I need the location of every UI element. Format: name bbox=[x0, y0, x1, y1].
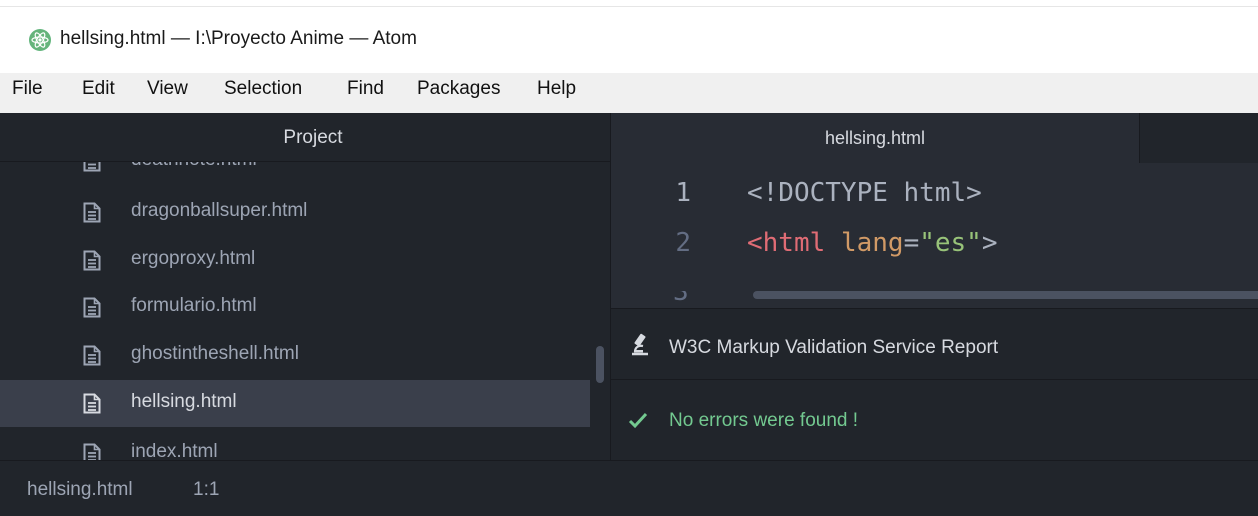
tab-separator bbox=[1139, 113, 1140, 163]
line-number: 1 bbox=[675, 178, 691, 208]
project-panel-title: Project bbox=[283, 127, 343, 148]
tree-item-ergoproxy[interactable]: ergoproxy.html bbox=[0, 237, 590, 284]
project-panel-header: Project bbox=[0, 113, 610, 162]
status-cursor-position[interactable]: 1:1 bbox=[193, 479, 219, 501]
tree-item-formulario[interactable]: formulario.html bbox=[0, 284, 590, 331]
menu-bar: File Edit View Selection Find Packages H… bbox=[0, 73, 1258, 113]
file-text-icon bbox=[83, 393, 101, 414]
code-text: <!DOCTYPE html> bbox=[747, 178, 982, 208]
code-text: <html lang="es"> bbox=[747, 228, 998, 258]
file-text-icon bbox=[83, 202, 101, 223]
window-title: hellsing.html — I:\Proyecto Anime — Atom bbox=[60, 28, 417, 49]
report-header: W3C Markup Validation Service Report bbox=[611, 309, 1258, 380]
menu-file[interactable]: File bbox=[12, 78, 43, 100]
editor-horizontal-scrollbar[interactable] bbox=[753, 291, 1258, 299]
menu-view[interactable]: View bbox=[147, 78, 188, 100]
file-text-icon bbox=[83, 162, 101, 172]
line-number-3-partial: 3 bbox=[673, 291, 687, 301]
atom-logo-icon bbox=[29, 29, 51, 51]
file-name: formulario.html bbox=[131, 295, 257, 316]
file-name: hellsing.html bbox=[131, 391, 237, 412]
tab-label: hellsing.html bbox=[824, 128, 926, 148]
tree-item-dragonballsuper[interactable]: dragonballsuper.html bbox=[0, 189, 590, 236]
tree-item-ghostintheshell[interactable]: ghostintheshell.html bbox=[0, 332, 590, 379]
status-file-name[interactable]: hellsing.html bbox=[27, 479, 133, 501]
menu-help[interactable]: Help bbox=[537, 78, 576, 100]
menu-packages[interactable]: Packages bbox=[417, 78, 500, 100]
check-icon bbox=[628, 412, 648, 429]
report-title: W3C Markup Validation Service Report bbox=[669, 337, 999, 358]
file-text-icon bbox=[83, 297, 101, 318]
file-name: index.html bbox=[131, 441, 218, 460]
menu-selection[interactable]: Selection bbox=[224, 78, 302, 100]
code-line-2[interactable]: 2 <html lang="es"> bbox=[611, 220, 1258, 270]
title-bar-edge bbox=[0, 6, 1258, 7]
microscope-icon bbox=[632, 333, 648, 356]
tree-item-hellsing[interactable]: hellsing.html bbox=[0, 380, 590, 427]
file-text-icon bbox=[83, 345, 101, 366]
tree-item-deathnote[interactable]: deathnote.html bbox=[0, 162, 590, 185]
title-bar: hellsing.html — I:\Proyecto Anime — Atom bbox=[0, 0, 1258, 73]
status-bar: hellsing.html 1:1 bbox=[0, 460, 1258, 516]
tree-item-index[interactable]: index.html bbox=[0, 430, 590, 460]
menu-edit[interactable]: Edit bbox=[82, 78, 115, 100]
tab-hellsing[interactable]: hellsing.html bbox=[611, 113, 1139, 163]
editor-pane[interactable]: hellsing.html 1 <!DOCTYPE html> 2 <html … bbox=[611, 113, 1258, 308]
file-tree[interactable]: deathnote.html dragonballsuper.html ergo… bbox=[0, 162, 610, 460]
line-number: 2 bbox=[675, 228, 691, 258]
tab-bar: hellsing.html bbox=[611, 113, 1258, 163]
file-name: dragonballsuper.html bbox=[131, 200, 308, 221]
line-number: 3 bbox=[673, 291, 687, 301]
file-name: deathnote.html bbox=[131, 162, 257, 171]
code-line-1[interactable]: 1 <!DOCTYPE html> bbox=[611, 170, 1258, 220]
file-name: ergoproxy.html bbox=[131, 248, 256, 269]
file-name: ghostintheshell.html bbox=[131, 343, 299, 364]
tree-scrollbar[interactable] bbox=[596, 346, 604, 383]
menu-find[interactable]: Find bbox=[347, 78, 384, 100]
file-text-icon bbox=[83, 250, 101, 271]
validation-report-panel: W3C Markup Validation Service Report No … bbox=[611, 308, 1258, 461]
report-message: No errors were found ! bbox=[669, 410, 859, 431]
file-text-icon bbox=[83, 443, 101, 460]
project-panel: Project deathnote.html dragonballsuper.h… bbox=[0, 113, 610, 460]
